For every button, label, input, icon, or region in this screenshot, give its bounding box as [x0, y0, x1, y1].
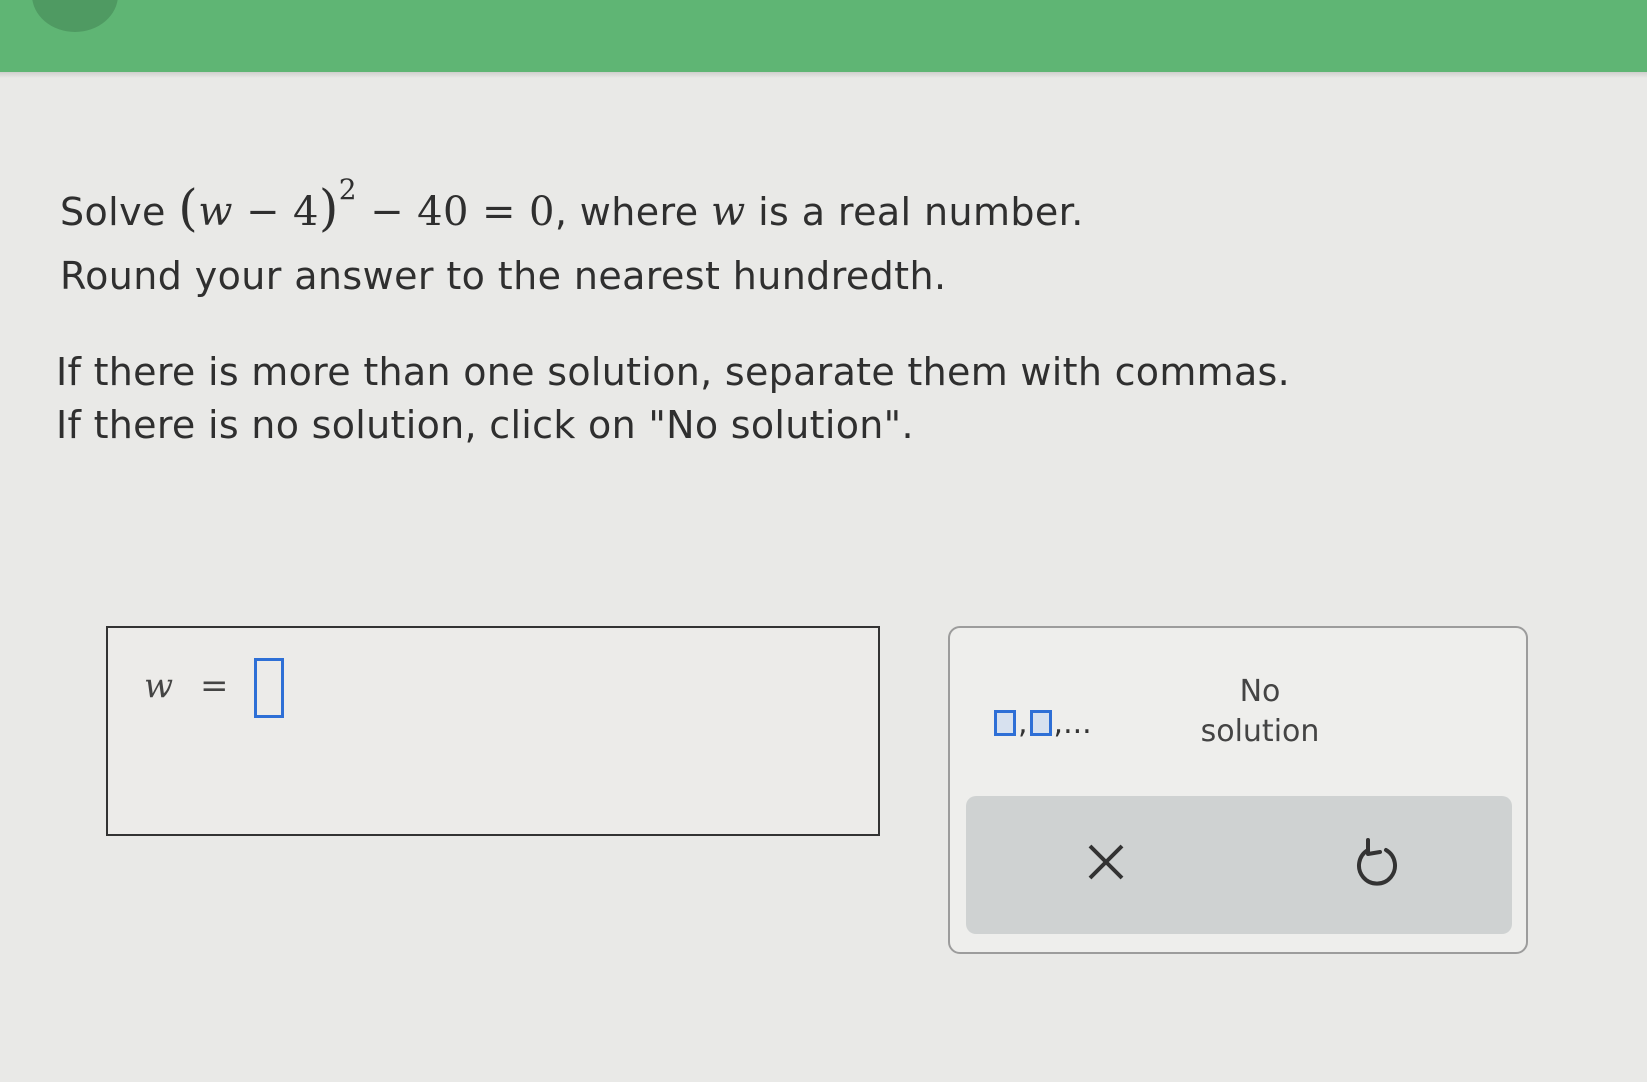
action-bar [966, 796, 1512, 934]
instruction-no-solution: If there is no solution, click on "No so… [56, 403, 914, 447]
solve-label: Solve [60, 190, 166, 234]
equation: (w − 4)2 − 40 = 0 [178, 173, 555, 237]
multi-answer-ellipsis: ,... [1053, 705, 1092, 741]
clear-icon [1088, 844, 1124, 880]
equation-exponent: 2 [338, 173, 357, 206]
instruction-multiple: If there is more than one solution, sepa… [56, 350, 1291, 394]
equation-minus-four: − 4 [232, 189, 319, 235]
multi-answer-icon [994, 710, 1016, 736]
no-solution-button[interactable]: No solution [1160, 672, 1360, 752]
menu-button[interactable] [32, 0, 118, 32]
equation-rest: − 40 = 0 [356, 189, 555, 235]
no-solution-line1: No [1239, 674, 1281, 709]
answer-box: w = [106, 626, 880, 836]
answer-variable: w [144, 666, 174, 706]
multiple-answers-button[interactable]: , ,... [994, 688, 1114, 758]
no-solution-line2: solution [1200, 714, 1320, 749]
equation-right-paren: ) [318, 179, 339, 237]
answer-equals: = [200, 666, 229, 706]
instructions: If there is more than one solution, sepa… [56, 346, 1290, 452]
problem-equation-line: Solve (w − 4)2 − 40 = 0, where w is a re… [60, 173, 1084, 246]
top-bar [0, 0, 1647, 72]
problem-statement: Solve (w − 4)2 − 40 = 0, where w is a re… [60, 173, 1084, 306]
multi-answer-comma: , [1018, 705, 1028, 741]
undo-icon [1357, 838, 1397, 886]
round-instruction: Round your answer to the nearest hundred… [60, 254, 947, 298]
undo-button[interactable] [1346, 832, 1406, 892]
top-bar-shadow [0, 72, 1647, 78]
where-prefix: , where [554, 190, 711, 234]
answer-input[interactable] [254, 658, 284, 718]
where-suffix: is a real number. [745, 190, 1084, 234]
equation-left-paren: ( [178, 179, 199, 237]
answer-keypad: , ,... No solution [948, 626, 1528, 954]
multi-answer-box-icon [1029, 710, 1052, 736]
where-variable: w [710, 189, 746, 235]
equation-variable: w [198, 189, 233, 235]
clear-button[interactable] [1076, 832, 1136, 892]
